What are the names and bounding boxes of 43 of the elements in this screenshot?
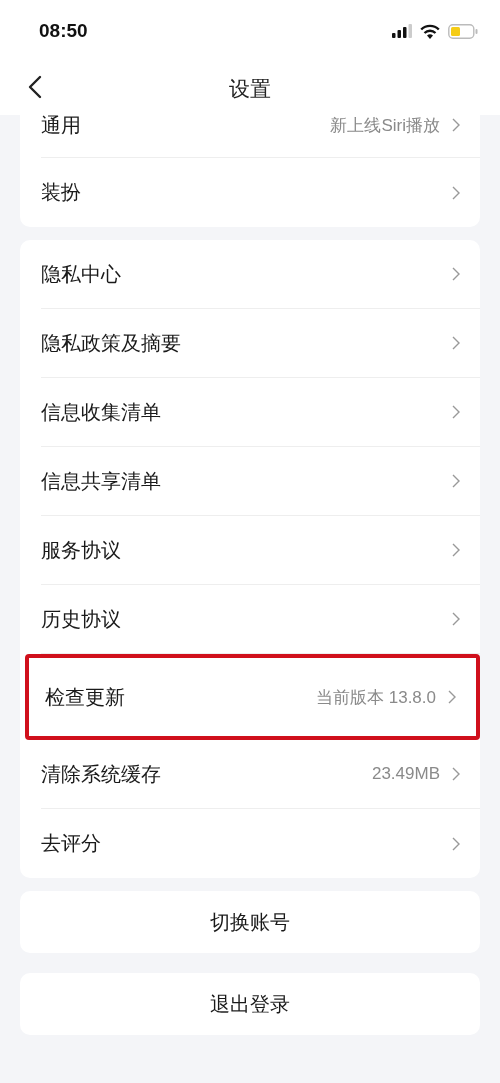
settings-row[interactable]: 通用 新上线Siri播放 <box>41 115 480 158</box>
settings-row[interactable]: 隐私政策及摘要 <box>41 309 480 378</box>
row-label: 清除系统缓存 <box>41 760 162 788</box>
chevron-icon <box>452 767 460 781</box>
chevron-icon <box>452 267 460 281</box>
row-label: 信息收集清单 <box>41 398 162 426</box>
row-label: 检查更新 <box>45 683 126 711</box>
settings-row[interactable]: 历史协议 <box>41 585 480 654</box>
row-label: 装扮 <box>41 179 82 206</box>
row-label: 隐私政策及摘要 <box>41 329 182 357</box>
row-value: 当前版本 13.8.0 <box>316 686 436 709</box>
settings-row[interactable]: 信息收集清单 <box>41 378 480 447</box>
settings-row[interactable]: 服务协议 <box>41 516 480 585</box>
chevron-icon <box>452 612 460 626</box>
battery-icon <box>448 23 478 39</box>
row-label: 服务协议 <box>41 536 122 564</box>
back-icon[interactable] <box>28 75 42 99</box>
status-time: 08:50 <box>39 20 88 42</box>
action-button[interactable]: 切换账号 <box>20 891 480 953</box>
row-label: 历史协议 <box>41 605 122 633</box>
action-button[interactable]: 退出登录 <box>20 973 480 1035</box>
chevron-icon <box>452 836 460 851</box>
row-label: 信息共享清单 <box>41 467 162 495</box>
settings-row[interactable]: 隐私中心 <box>41 240 480 309</box>
page-title: 设置 <box>229 75 271 103</box>
row-value: 新上线Siri播放 <box>330 114 440 137</box>
wifi-icon <box>420 23 440 39</box>
chevron-icon <box>452 405 460 419</box>
chevron-icon <box>452 474 460 488</box>
chevron-icon <box>448 690 456 704</box>
chevron-icon <box>452 118 460 132</box>
chevron-icon <box>452 185 460 200</box>
settings-row[interactable]: 信息共享清单 <box>41 447 480 516</box>
settings-row[interactable]: 去评分 <box>41 809 480 878</box>
signal-icon <box>392 24 412 38</box>
chevron-icon <box>452 543 460 557</box>
settings-row[interactable]: 装扮 <box>41 158 480 227</box>
row-label: 去评分 <box>41 830 102 857</box>
row-label: 隐私中心 <box>41 260 122 288</box>
chevron-icon <box>452 336 460 350</box>
settings-row[interactable]: 清除系统缓存 23.49MB <box>41 740 480 809</box>
settings-row[interactable]: 检查更新 当前版本 13.8.0 <box>25 654 480 740</box>
row-value: 23.49MB <box>371 764 440 784</box>
